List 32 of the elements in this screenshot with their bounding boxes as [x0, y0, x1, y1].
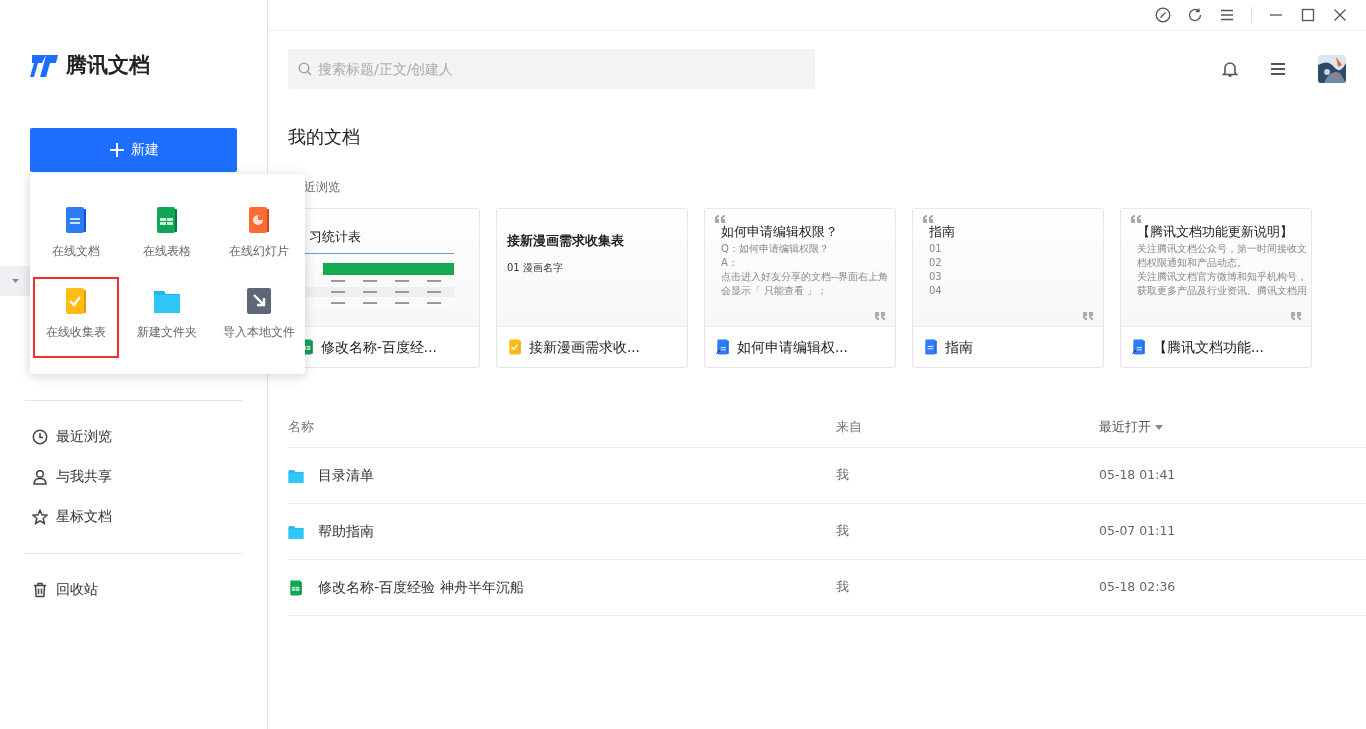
document-name: 指南	[945, 337, 973, 357]
document-name: 修改名称-百度经...	[321, 337, 437, 357]
preview-text: 02	[928, 255, 942, 270]
page-title: 我的文档	[288, 125, 361, 149]
app-logo-text: 腾讯文档	[66, 52, 150, 79]
table-cell: 我	[836, 579, 849, 595]
table-cell: 我	[836, 467, 849, 483]
preview-text: 01 漫画名字	[507, 260, 563, 275]
preview-title: 【腾讯文档功能更新说明】	[1136, 223, 1293, 241]
document-name: 如何申请编辑权...	[737, 337, 848, 357]
table-cell: 05-07 01:11	[1099, 522, 1176, 541]
table-cell: 05-18 02:36	[1099, 578, 1176, 597]
preview-title: 指南	[928, 223, 955, 241]
preview-title: 习统计表	[308, 228, 361, 246]
preview-text: 01	[928, 241, 942, 256]
table-cell: 我	[836, 523, 849, 539]
document-name: 【腾讯文档功能...	[1153, 337, 1264, 357]
preview-title: 接新漫画需求收集表	[507, 232, 624, 250]
section-label: 近浏览	[304, 179, 341, 196]
preview-text: 关注腾讯文档官方微博和知乎机构号，	[1136, 269, 1307, 284]
preview-text: Q：如何申请编辑权限？	[720, 241, 829, 256]
table-cell: 05-18 01:41	[1099, 466, 1176, 485]
preview-text: A：	[720, 255, 738, 270]
preview-title: 如何申请编辑权限？	[720, 223, 838, 241]
preview-text: 03	[928, 269, 942, 284]
preview-text: 关注腾讯文档公众号，第一时间接收文	[1136, 241, 1307, 256]
preview-text: 会显示「 只能查看 」；	[720, 283, 828, 298]
preview-text: 档权限通知和产品动态。	[1136, 255, 1247, 270]
preview-text: 获取更多产品及行业资讯。腾讯文档用	[1136, 283, 1307, 298]
document-name: 接新漫画需求收...	[529, 337, 640, 357]
preview-text: 点击进入好友分享的文档--界面右上角	[720, 269, 889, 284]
preview-text: 04	[928, 283, 942, 298]
